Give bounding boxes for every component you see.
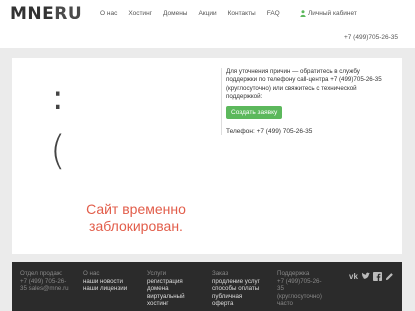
cabinet-link[interactable]: Личный кабинет bbox=[300, 10, 357, 17]
footer-support: Поддержка +7 (499)705-26- 35 (круглосуто… bbox=[277, 270, 322, 308]
sad-face-eyes: : bbox=[52, 78, 64, 118]
edit-icon[interactable] bbox=[385, 272, 394, 281]
logo-main: MNE bbox=[10, 4, 55, 24]
footer-order: Заказ продление услуг способы оплаты пуб… bbox=[212, 270, 260, 308]
footer-support-faq[interactable]: часто bbox=[277, 300, 322, 308]
footer-link-offer-2[interactable]: оферта bbox=[212, 300, 260, 308]
facebook-icon[interactable] bbox=[373, 272, 382, 281]
blocked-line-2: заблокирован. bbox=[89, 218, 183, 234]
footer-about: О нас наши новости наши лицензии bbox=[83, 270, 127, 293]
footer-sales: Отдел продаж: +7 (499) 705-26- 35 sales@… bbox=[20, 270, 69, 293]
footer-support-head[interactable]: Поддержка bbox=[277, 270, 322, 278]
footer-link-hosting-2[interactable]: хостинг bbox=[147, 300, 185, 308]
cabinet-label: Личный кабинет bbox=[308, 10, 357, 17]
main-nav: О нас Хостинг Домены Акции Контакты FAQ bbox=[100, 10, 291, 17]
nav-about[interactable]: О нас bbox=[100, 10, 117, 17]
nav-promotions[interactable]: Акции bbox=[198, 10, 216, 17]
footer-link-renewal[interactable]: продление услуг bbox=[212, 278, 260, 286]
logo[interactable]: MNERU bbox=[10, 4, 82, 24]
footer-link-offer-1[interactable]: публичная bbox=[212, 293, 260, 301]
footer-order-head[interactable]: Заказ bbox=[212, 270, 260, 278]
footer-link-licenses[interactable]: наши лицензии bbox=[83, 285, 127, 293]
logo-ru: RU bbox=[54, 4, 83, 24]
social-links: vk bbox=[346, 272, 394, 281]
header-phone: +7 (499)705-26-35 bbox=[343, 34, 398, 41]
support-text: Для уточнения причин — обратитесь в служ… bbox=[226, 68, 382, 100]
blocked-panel: : ( Сайт временно заблокирован. Для уточ… bbox=[12, 58, 402, 254]
footer-about-head[interactable]: О нас bbox=[83, 270, 127, 278]
support-phone: Телефон: +7 (499) 705-26-35 bbox=[226, 128, 313, 136]
twitter-icon[interactable] bbox=[361, 272, 370, 281]
footer-sales-phone: +7 (499) 705-26- bbox=[20, 277, 67, 285]
footer-support-hours: (круглосуточно) bbox=[277, 292, 322, 300]
footer-link-news[interactable]: наши новости bbox=[83, 278, 127, 286]
vk-icon[interactable]: vk bbox=[349, 272, 358, 281]
blocked-line-1: Сайт временно bbox=[86, 201, 186, 217]
nav-domains[interactable]: Домены bbox=[163, 10, 187, 17]
footer-link-domain-reg-1[interactable]: регистрация bbox=[147, 278, 185, 286]
footer-link-payment[interactable]: способы оплаты bbox=[212, 285, 260, 293]
footer-link-hosting-1[interactable]: виртуальный bbox=[147, 293, 185, 301]
user-icon bbox=[300, 10, 306, 17]
blocked-message: Сайт временно заблокирован. bbox=[76, 201, 196, 235]
support-info: Для уточнения причин — обратитесь в служ… bbox=[221, 68, 386, 136]
nav-contacts[interactable]: Контакты bbox=[228, 10, 256, 17]
sad-face-mouth: ( bbox=[50, 128, 66, 174]
footer-services-head[interactable]: Услуги bbox=[147, 270, 185, 278]
create-ticket-button[interactable]: Создать заявку bbox=[226, 106, 283, 120]
footer-support-phone-2: 35 bbox=[277, 285, 284, 292]
footer-services: Услуги регистрация домена виртуальный хо… bbox=[147, 270, 185, 308]
header: MNERU О нас Хостинг Домены Акции Контакт… bbox=[0, 0, 415, 48]
footer-link-domain-reg-2[interactable]: домена bbox=[147, 285, 185, 293]
footer-support-phone-1: +7 (499)705-26- bbox=[277, 277, 322, 285]
footer-sales-head: Отдел продаж: bbox=[20, 270, 63, 277]
nav-hosting[interactable]: Хостинг bbox=[128, 10, 152, 17]
nav-faq[interactable]: FAQ bbox=[267, 10, 280, 17]
footer-sales-email[interactable]: 35 sales@mne.ru bbox=[20, 285, 69, 293]
footer: Отдел продаж: +7 (499) 705-26- 35 sales@… bbox=[12, 262, 402, 311]
